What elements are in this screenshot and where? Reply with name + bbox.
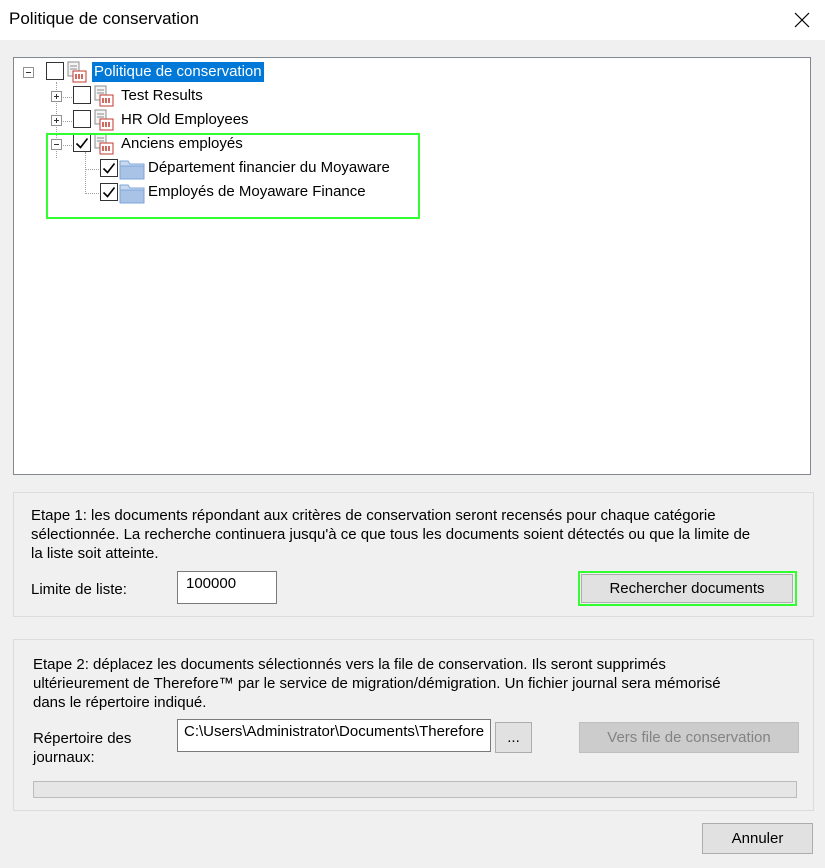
retention-category-icon xyxy=(94,85,114,107)
tree-node-root-label[interactable]: Politique de conservation xyxy=(92,62,264,82)
browse-button[interactable]: ... xyxy=(495,722,532,753)
tree-node-hr-old-employees-label[interactable]: HR Old Employees xyxy=(121,110,249,130)
close-icon xyxy=(794,12,810,28)
collapse-root-toggle[interactable] xyxy=(23,67,34,78)
log-dir-label: Répertoire des journaux: xyxy=(33,729,131,767)
step1-group: Etape 1: les documents répondant aux cri… xyxy=(13,492,814,617)
title-bar: Politique de conservation xyxy=(0,0,825,40)
expand-test-results-toggle[interactable] xyxy=(51,91,62,102)
step1-description-line2: sélectionnée. La recherche continuera ju… xyxy=(31,526,751,543)
root-checkbox[interactable] xyxy=(46,62,64,80)
test-results-checkbox[interactable] xyxy=(73,86,91,104)
progress-bar xyxy=(33,781,797,798)
highlight-box xyxy=(578,571,797,606)
expand-hr-old-employees-toggle[interactable] xyxy=(51,115,62,126)
retention-category-icon xyxy=(94,109,114,131)
step2-description-line3: dans le répertoire indiqué. xyxy=(33,694,207,711)
move-to-retention-queue-button: Vers file de conservation xyxy=(579,722,799,753)
step1-description-line3: la liste soit atteinte. xyxy=(31,545,159,562)
category-tree[interactable]: Politique de conservation Test Results H… xyxy=(13,57,811,475)
log-dir-input[interactable]: C:\Users\Administrator\Documents\Therefo… xyxy=(177,719,491,752)
close-button[interactable] xyxy=(779,0,825,40)
limit-input[interactable]: 100000 xyxy=(177,571,277,604)
step2-group: Etape 2: déplacez les documents sélectio… xyxy=(13,639,814,811)
log-dir-label-line1: Répertoire des xyxy=(33,730,132,747)
log-dir-label-line2: journaux: xyxy=(33,749,95,766)
step2-description-line2: ultérieurement de Therefore™ par le serv… xyxy=(33,675,721,692)
retention-category-icon xyxy=(67,61,87,83)
hr-old-employees-checkbox[interactable] xyxy=(73,110,91,128)
step1-description-line1: Etape 1: les documents répondant aux cri… xyxy=(31,507,716,524)
cancel-button[interactable]: Annuler xyxy=(702,823,813,854)
tree-node-test-results-label[interactable]: Test Results xyxy=(121,86,203,106)
step2-description-line1: Etape 2: déplacez les documents sélectio… xyxy=(33,656,666,673)
highlight-box xyxy=(46,133,420,219)
limit-label: Limite de liste: xyxy=(31,581,127,598)
window-title: Politique de conservation xyxy=(9,9,199,28)
